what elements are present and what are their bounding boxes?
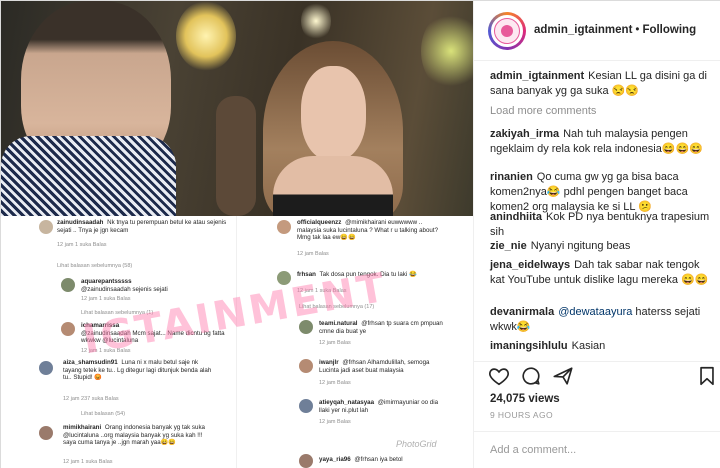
screenshot-thread-link: Lihat balasan (54) bbox=[81, 411, 126, 417]
avatar bbox=[299, 399, 313, 413]
photogrid-watermark: PhotoGrid bbox=[396, 439, 437, 449]
plant-light bbox=[421, 11, 473, 91]
comment-username[interactable]: imaningsihlulu bbox=[490, 340, 568, 352]
comment-text: Kasian bbox=[571, 340, 606, 352]
post-side-panel: admin_igtainment • Following admin_igtainm… bbox=[473, 1, 720, 468]
comment-row: rinanien Qo cuma gw yg ga bisa baca komen… bbox=[490, 170, 714, 215]
video-frame[interactable] bbox=[1, 1, 473, 216]
heart-icon[interactable] bbox=[488, 365, 510, 387]
screenshot-comments: zainudinsaadah Nk tnya tu perempuan betu… bbox=[1, 216, 473, 468]
ceiling-light bbox=[301, 1, 331, 41]
chandelier-light bbox=[176, 1, 236, 71]
avatar-logo bbox=[494, 18, 520, 44]
screenshot-comment-user: iwanjlr bbox=[319, 359, 339, 366]
post-timestamp[interactable]: 9 HOURS AGO bbox=[490, 410, 553, 420]
screenshot-comment: atieyqah_natasyaa @imirmayuniar oo dia l… bbox=[319, 399, 449, 414]
screenshot-comment: zainudinsaadah Nk tnya tu perempuan betu… bbox=[57, 219, 227, 234]
background-person bbox=[216, 96, 256, 216]
avatar bbox=[61, 322, 75, 336]
comment-row: imaningsihlulu Kasian bbox=[490, 339, 714, 354]
screenshot-comment: iwanjlr @frhsan Alhamdulillah, semoga Lu… bbox=[319, 359, 449, 374]
post-frame: zainudinsaadah Nk tnya tu perempuan betu… bbox=[0, 0, 720, 468]
avatar bbox=[277, 220, 291, 234]
avatar bbox=[39, 426, 53, 440]
bookmark-icon[interactable] bbox=[696, 365, 718, 387]
views-count[interactable]: 24,075 views bbox=[490, 393, 560, 405]
comment-mention[interactable]: @dewataayura bbox=[558, 306, 632, 318]
comment-row: zakiyah_irma Nah tuh malaysia pengen ngek… bbox=[490, 127, 714, 157]
comment-username[interactable]: jena_eidelways bbox=[490, 259, 570, 271]
screenshot-comment-meta: 12 jam Balas bbox=[319, 340, 351, 346]
screenshot-comment: aiza_shamsudin91 Luna ni x malu betul sa… bbox=[63, 359, 213, 382]
comment-username[interactable]: devanirmala bbox=[490, 306, 554, 318]
screenshot-comment-meta: 12 jam 1 suka Balas bbox=[57, 242, 107, 248]
following-button[interactable]: Following bbox=[642, 24, 696, 36]
screenshot-comment-meta: 12 jam 1 suka Balas bbox=[81, 296, 131, 302]
woman-face bbox=[301, 66, 366, 161]
add-comment-bar: Add a comment... bbox=[474, 431, 720, 468]
screenshot-comment-user: yaya_ria96 bbox=[319, 456, 351, 463]
man-shirt bbox=[1, 136, 176, 216]
screenshot-comment-meta: 12 jam Balas bbox=[319, 380, 351, 386]
comment-username[interactable]: rinanien bbox=[490, 171, 533, 183]
avatar bbox=[39, 361, 53, 375]
action-bar bbox=[474, 361, 720, 391]
screenshot-column-right: officialqueenzz @mimikhairani euwwwww ..… bbox=[237, 216, 473, 468]
comment-text: Nyanyi ngitung beas bbox=[530, 240, 631, 252]
avatar-image bbox=[491, 15, 523, 47]
caption-username[interactable]: admin_igtainment bbox=[490, 70, 584, 82]
screenshot-comment-user: aquarepantsssss bbox=[81, 278, 132, 285]
screenshot-comment-meta: 12 jam Balas bbox=[297, 251, 329, 257]
avatar bbox=[61, 278, 75, 292]
profile-avatar[interactable] bbox=[488, 12, 526, 50]
screenshot-comment-user: zainudinsaadah bbox=[57, 219, 104, 226]
screenshot-comment-user: officialqueenzz bbox=[297, 219, 342, 226]
screenshot-comment-user: atieyqah_natasyaa bbox=[319, 399, 375, 406]
header-separator: • bbox=[635, 24, 640, 36]
load-more-comments[interactable]: Load more comments bbox=[490, 105, 596, 117]
comment-row: anindhiita Kok PD nya bentuknya trapesium… bbox=[490, 210, 714, 240]
avatar bbox=[299, 359, 313, 373]
screenshot-comment: teami.natural @frhsan tp suara cm pmpuan… bbox=[319, 320, 449, 335]
comment-username[interactable]: anindhiita bbox=[490, 211, 542, 223]
comment-row: zie_nie Nyanyi ngitung beas bbox=[490, 239, 714, 254]
screenshot-comment-meta: 12 jam 237 suka Balas bbox=[63, 396, 119, 402]
screenshot-comment: yaya_ria96 @frhsan iya betol bbox=[319, 456, 449, 464]
screenshot-comment-meta: 12 jam Balas bbox=[319, 419, 351, 425]
comment-row: jena_eidelways Dah tak sabar nak tengok k… bbox=[490, 258, 714, 288]
woman-body bbox=[273, 156, 393, 216]
post-header: admin_igtainment • Following bbox=[474, 1, 720, 61]
add-comment-input[interactable]: Add a comment... bbox=[490, 444, 576, 456]
screenshot-comment-meta: 12 jam 1 suka Balas bbox=[63, 459, 113, 465]
avatar bbox=[39, 220, 53, 234]
comment-row: devanirmala @dewataayura haterss sejati w… bbox=[490, 305, 714, 335]
screenshot-comment-text: @zainudinsaadah sejenis sejati bbox=[81, 285, 168, 293]
comment-username[interactable]: zakiyah_irma bbox=[490, 128, 559, 140]
post-media[interactable]: zainudinsaadah Nk tnya tu perempuan betu… bbox=[1, 1, 473, 468]
header-user-line: admin_igtainment • Following bbox=[534, 24, 696, 36]
screenshot-comment: officialqueenzz @mimikhairani euwwwww ..… bbox=[297, 219, 447, 242]
screenshot-thread-link: Lihat balasan sebelumnya (58) bbox=[57, 263, 133, 269]
header-username[interactable]: admin_igtainment bbox=[534, 24, 632, 36]
caption: admin_igtainment Kesian LL ga disini ga d… bbox=[490, 69, 714, 99]
screenshot-comment: aquarepantsssss @zainudinsaadah sejenis … bbox=[81, 278, 231, 293]
screenshot-comment-text: @frhsan iya betol bbox=[354, 456, 403, 463]
screenshot-comment: mimikhairani Orang indonesia banyak yg t… bbox=[63, 424, 213, 447]
share-icon[interactable] bbox=[552, 365, 574, 387]
comment-bubble-icon[interactable] bbox=[520, 365, 542, 387]
comment-username[interactable]: zie_nie bbox=[490, 240, 527, 252]
screenshot-comment-user: mimikhairani bbox=[63, 424, 102, 431]
avatar bbox=[299, 454, 313, 468]
